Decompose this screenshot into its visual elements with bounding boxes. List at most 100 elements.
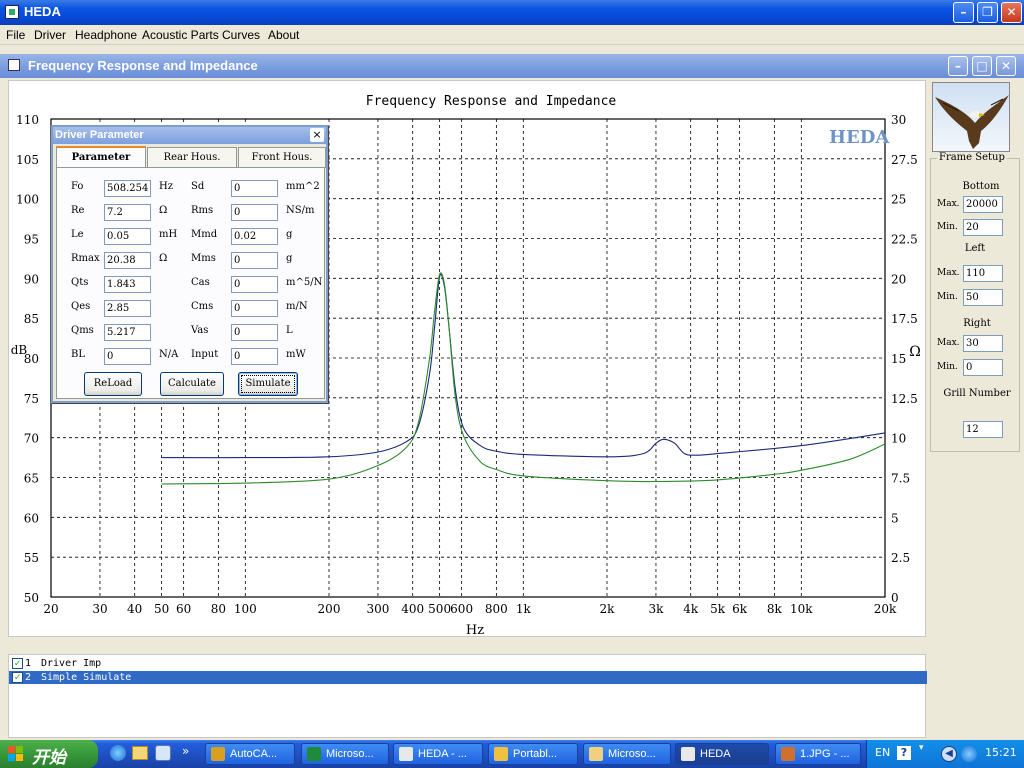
param-input-qms[interactable]: 5.217 [104, 324, 151, 341]
param-unit-cas: m^5/N [286, 277, 323, 288]
taskbar-button[interactable]: HEDA [675, 743, 769, 765]
eagle-logo-image [932, 82, 1010, 152]
taskbar-button[interactable]: Portabl... [488, 743, 578, 765]
heda-brand-label: HEDA [829, 127, 890, 148]
y-right-tick-label: 7.5 [891, 472, 910, 486]
desktop-icon[interactable] [155, 745, 171, 761]
x-tick-label: 800 [485, 602, 508, 616]
folder-icon[interactable] [132, 746, 148, 760]
param-unit-rmax: Ω [159, 253, 168, 264]
param-input-le[interactable]: 0.05 [104, 228, 151, 245]
grill-number-input[interactable]: 12 [963, 421, 1003, 438]
param-input-cms[interactable]: 0 [231, 300, 278, 317]
x-tick-label: 100 [234, 602, 257, 616]
dialog-close-icon[interactable]: × [310, 128, 324, 142]
param-input-re[interactable]: 7.2 [104, 204, 151, 221]
start-button[interactable]: 开始 [0, 740, 98, 768]
param-input-vas[interactable]: 0 [231, 324, 278, 341]
reload-button[interactable]: ReLoad [84, 372, 142, 396]
param-label-qes: Qes [71, 301, 91, 312]
restore-button[interactable]: ❐ [977, 2, 998, 23]
taskbar-button[interactable]: Microso... [301, 743, 389, 765]
taskbar-button-label: HEDA [700, 748, 731, 760]
bottom-max-input[interactable]: 20000 [963, 196, 1003, 213]
y-left-tick-label: 110 [16, 113, 39, 127]
curve-checkbox[interactable]: ✓ [12, 672, 23, 683]
menu-driver[interactable]: Driver [34, 28, 66, 42]
quick-launch-more-icon[interactable]: » [182, 744, 189, 758]
taskbar-button[interactable]: 1.JPG - ... [775, 743, 861, 765]
y-left-tick-label: 85 [24, 312, 39, 326]
driver-parameter-titlebar[interactable]: Driver Parameter × [53, 127, 326, 144]
simulate-button[interactable]: Simulate [238, 372, 298, 396]
menu-acoustic-parts[interactable]: Acoustic Parts [142, 28, 219, 42]
param-input-sd[interactable]: 0 [231, 180, 278, 197]
menu-headphone[interactable]: Headphone [75, 28, 137, 42]
param-unit-mms: g [286, 253, 293, 264]
taskbar-button[interactable]: AutoCA... [205, 743, 295, 765]
tab-parameter[interactable]: Parameter [56, 146, 146, 168]
left-min-input[interactable]: 50 [963, 289, 1003, 306]
param-input-qes[interactable]: 2.85 [104, 300, 151, 317]
clock[interactable]: 15:21 [985, 746, 1017, 759]
close-button[interactable]: ✕ [1001, 2, 1022, 23]
tab-front-housing[interactable]: Front Hous. [238, 147, 326, 168]
menu-about[interactable]: About [268, 28, 299, 42]
taskbar-button[interactable]: HEDA - ... [393, 743, 483, 765]
tray-network-icon[interactable] [961, 746, 977, 762]
tab-rear-housing[interactable]: Rear Hous. [147, 147, 237, 168]
param-input-bl[interactable]: 0 [104, 348, 151, 365]
right-min-input[interactable]: 0 [963, 359, 1003, 376]
help-icon[interactable]: ? [897, 746, 911, 760]
y-right-tick-label: 17.5 [891, 312, 918, 326]
left-max-input[interactable]: 110 [963, 265, 1003, 282]
minimize-button[interactable]: – [953, 2, 974, 23]
menu-bar: File Driver Headphone Acoustic Parts Cur… [0, 25, 1024, 45]
taskbar-app-icon [307, 747, 321, 761]
x-tick-label: 10k [790, 602, 813, 616]
y-left-tick-label: 60 [24, 511, 39, 525]
x-tick-label: 80 [211, 602, 226, 616]
tray-back-icon[interactable]: ◀ [941, 746, 957, 762]
app-titlebar[interactable]: HEDA – ❐ ✕ [0, 0, 1024, 25]
language-indicator[interactable]: EN [875, 746, 890, 759]
param-input-cas[interactable]: 0 [231, 276, 278, 293]
param-input-rms[interactable]: 0 [231, 204, 278, 221]
taskbar-button[interactable]: Microso... [583, 743, 671, 765]
menu-curves[interactable]: Curves [222, 28, 260, 42]
y-right-tick-label: 30 [891, 113, 906, 127]
param-input-input[interactable]: 0 [231, 348, 278, 365]
curve-row[interactable]: ✓ 2 Simple Simulate [9, 671, 927, 684]
y-left-axis-label: dB [11, 343, 28, 357]
child-minimize-button[interactable]: – [948, 56, 968, 76]
driver-parameter-title: Driver Parameter [55, 129, 144, 141]
menu-file[interactable]: File [6, 28, 25, 42]
param-input-qts[interactable]: 1.843 [104, 276, 151, 293]
bottom-min-input[interactable]: 20 [963, 219, 1003, 236]
frame-setup-title: Frame Setup [937, 152, 1007, 163]
param-input-fo[interactable]: 508.254 [104, 180, 151, 197]
child-close-button[interactable]: ✕ [996, 56, 1016, 76]
tray-arrow-icon[interactable]: ▾ [919, 743, 924, 753]
x-tick-label: 8k [767, 602, 783, 616]
windows-logo-icon [8, 746, 24, 762]
driver-parameter-dialog: Driver Parameter × Parameter Rear Hous. … [51, 125, 328, 403]
y-right-tick-label: 0 [891, 591, 899, 605]
param-input-mmd[interactable]: 0.02 [231, 228, 278, 245]
bottom-max-label: Max. [937, 199, 960, 209]
child-titlebar[interactable]: Frequency Response and Impedance – □ ✕ [0, 54, 1024, 78]
curve-row[interactable]: ✓ 1 Driver Imp [9, 657, 927, 670]
app-title: HEDA [24, 4, 61, 19]
curve-checkbox[interactable]: ✓ [12, 658, 23, 669]
x-tick-label: 200 [318, 602, 341, 616]
bottom-label: Bottom [962, 181, 1000, 192]
child-maximize-button[interactable]: □ [972, 56, 992, 76]
chart-title: Frequency Response and Impedance [366, 94, 617, 109]
param-input-mms[interactable]: 0 [231, 252, 278, 269]
ie-icon[interactable] [110, 745, 126, 761]
x-tick-label: 6k [732, 602, 748, 616]
y-right-tick-label: 5 [891, 511, 899, 525]
right-max-input[interactable]: 30 [963, 335, 1003, 352]
calculate-button[interactable]: Calculate [160, 372, 224, 396]
param-input-rmax[interactable]: 20.38 [104, 252, 151, 269]
